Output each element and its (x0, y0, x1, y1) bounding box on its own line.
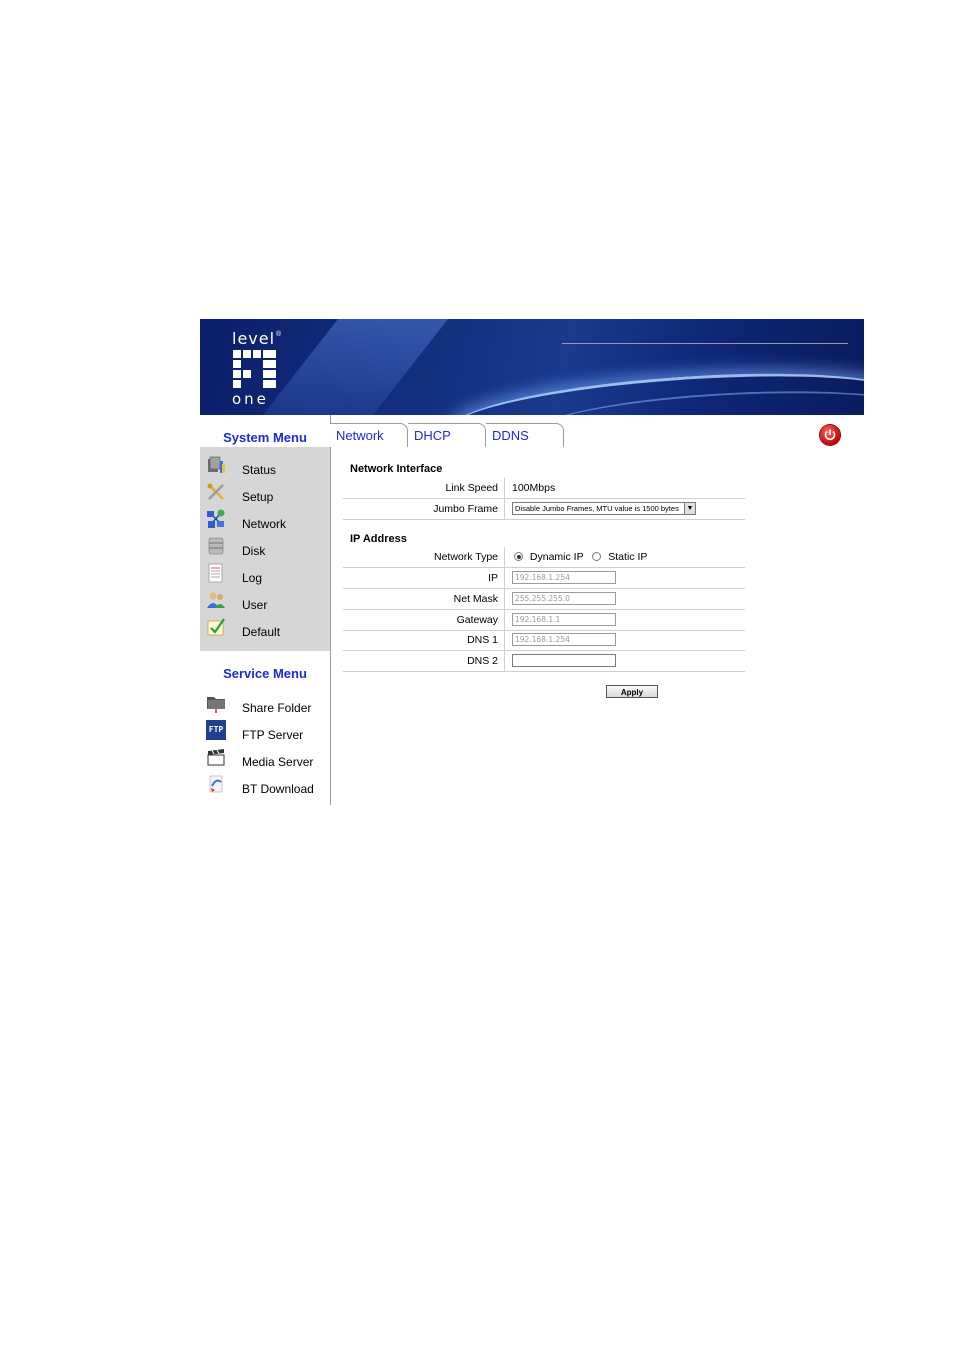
sidebar-item-setup[interactable]: Setup (200, 482, 330, 508)
network-icon (207, 509, 225, 528)
ip-label: IP (488, 572, 498, 584)
row-dns1: DNS 1 192.168.1.254 (343, 630, 745, 651)
row-netmask: Net Mask 255.255.255.0 (343, 589, 745, 610)
sidebar-item-label: Default (242, 625, 281, 639)
folder-icon (207, 697, 225, 713)
logo-word-level: level (232, 329, 276, 348)
sidebar-item-log[interactable]: Log (200, 563, 330, 589)
static-ip-radio[interactable] (592, 552, 602, 561)
disk-icon (208, 537, 224, 555)
status-icon (208, 456, 225, 473)
sidebar-item-share-folder[interactable]: Share Folder (200, 693, 330, 719)
dynamic-ip-radio[interactable] (514, 552, 523, 561)
gateway-label: Gateway (456, 614, 498, 626)
sidebar-item-label: Setup (242, 490, 274, 504)
row-dns2: DNS 2 (343, 651, 745, 672)
system-menu-title: System Menu (200, 415, 330, 447)
sidebar-item-label: Media Server (242, 755, 314, 769)
tab-network[interactable]: Network (330, 423, 408, 447)
sidebar-item-disk[interactable]: Disk (200, 536, 330, 562)
sidebar-item-ftp-server[interactable]: FTP FTP Server (200, 720, 330, 746)
system-menu-title-text: System Menu (223, 430, 307, 445)
users-icon (207, 592, 225, 608)
row-jumbo-frame: Jumbo Frame Disable Jumbo Frames, MTU va… (343, 499, 745, 520)
dns2-field[interactable] (512, 654, 616, 667)
tab-ddns[interactable]: DDNS (486, 423, 564, 447)
row-ip: IP 192.168.1.254 (343, 568, 745, 589)
row-network-type: Network Type Dynamic IP Static IP (343, 547, 745, 568)
sidebar-item-bt-download[interactable]: BT Download (200, 774, 330, 800)
dns1-field[interactable]: 192.168.1.254 (512, 633, 616, 646)
network-type-label: Network Type (434, 551, 498, 563)
sidebar-item-label: FTP Server (242, 728, 304, 742)
tab-baseline (562, 343, 848, 344)
jumbo-frame-label: Jumbo Frame (433, 503, 498, 515)
header-banner: level ® one (200, 319, 864, 415)
link-speed-label: Link Speed (445, 482, 498, 494)
logo-registered-mark: ® (276, 331, 282, 338)
sidebar-item-label: Log (242, 571, 263, 585)
network-type-options: Dynamic IP Static IP (514, 551, 647, 563)
tab-bar: Network DHCP DDNS (330, 423, 850, 449)
service-menu-list: Share Folder FTP FTP Server Media Server (200, 685, 330, 805)
dns1-label: DNS 1 (467, 634, 498, 646)
service-menu-title-text: Service Menu (223, 666, 307, 681)
dynamic-ip-label: Dynamic IP (529, 551, 584, 563)
levelone-logo: level ® one (232, 329, 284, 408)
clapperboard-icon (207, 749, 225, 766)
logo-grid-mark (233, 350, 277, 394)
logo-word-one: one (232, 390, 269, 408)
system-menu-list: Status Setup Network Disk Log User Defau… (200, 447, 330, 651)
log-icon (208, 563, 223, 583)
sidebar-item-user[interactable]: User (200, 590, 330, 616)
power-icon (824, 429, 836, 441)
jumbo-frame-select[interactable]: Disable Jumbo Frames, MTU value is 1500 … (512, 502, 696, 515)
sidebar-item-default[interactable]: Default (200, 617, 330, 643)
tab-dhcp[interactable]: DHCP (408, 423, 486, 447)
sidebar-item-status[interactable]: Status (200, 455, 330, 481)
section-network-interface-title: Network Interface (350, 463, 443, 475)
logout-power-button[interactable] (820, 425, 840, 445)
static-ip-label: Static IP (608, 551, 648, 563)
sidebar-item-label: Network (242, 517, 287, 531)
jumbo-frame-selected-value: Disable Jumbo Frames, MTU value is 1500 … (515, 504, 679, 513)
dns2-label: DNS 2 (467, 655, 498, 667)
sidebar: System Menu Status Setup Network Disk Lo… (200, 415, 331, 805)
link-speed-value: 100Mbps (512, 482, 556, 494)
tools-icon (207, 483, 224, 500)
ftp-icon: FTP (206, 720, 226, 740)
default-icon (207, 618, 225, 636)
sidebar-item-media-server[interactable]: Media Server (200, 747, 330, 773)
ip-field[interactable]: 192.168.1.254 (512, 571, 616, 584)
sidebar-item-label: BT Download (242, 782, 314, 796)
sidebar-item-label: Share Folder (242, 701, 312, 715)
sidebar-item-network[interactable]: Network (200, 509, 330, 535)
row-link-speed: Link Speed 100Mbps (343, 478, 745, 499)
sidebar-item-label: User (242, 598, 268, 612)
gateway-field[interactable]: 192.168.1.1 (512, 613, 616, 626)
nas-admin-window: level ® one System Menu Status Setup Net… (200, 319, 864, 805)
section-ip-address-title: IP Address (350, 533, 407, 545)
netmask-field[interactable]: 255.255.255.0 (512, 592, 616, 605)
chevron-down-icon[interactable]: ▼ (684, 503, 695, 514)
apply-button[interactable]: Apply (606, 685, 658, 698)
netmask-label: Net Mask (453, 593, 498, 605)
service-menu-title: Service Menu (200, 651, 330, 683)
sidebar-item-label: Status (242, 463, 277, 477)
row-gateway: Gateway 192.168.1.1 (343, 610, 745, 631)
download-icon (209, 775, 223, 793)
sidebar-item-label: Disk (242, 544, 266, 558)
